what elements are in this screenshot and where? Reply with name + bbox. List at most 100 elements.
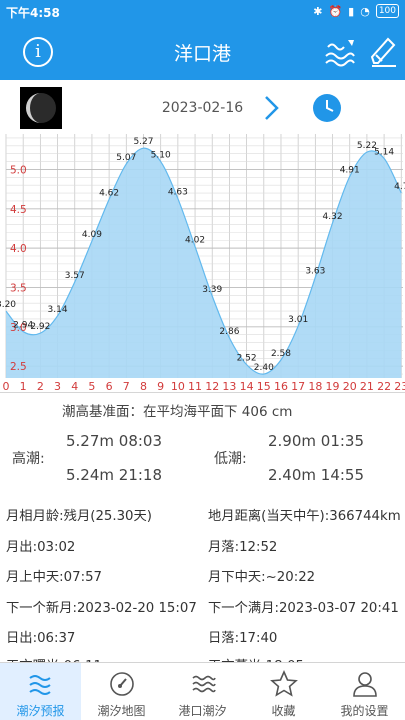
data-label: 2.86	[219, 327, 239, 337]
moon-age: 月相月龄:残月(25.30天)	[6, 509, 152, 524]
sunset: 日落:17:40	[208, 631, 278, 646]
data-label: 4.91	[340, 166, 360, 176]
nav-label: 潮汐预报	[16, 704, 65, 718]
moonrise: 月出:03:02	[6, 540, 76, 555]
x-tick-label: 13	[222, 380, 236, 392]
data-label: 4.63	[168, 188, 188, 198]
divider	[0, 392, 405, 393]
x-tick-label: 3	[54, 380, 61, 392]
tide-area	[6, 148, 402, 378]
x-tick-label: 20	[343, 380, 357, 392]
x-tick-label: 2	[37, 380, 44, 392]
next-full-moon: 下一个满月:2023-03-07 20:41	[208, 601, 399, 616]
x-tick-label: 23	[394, 380, 405, 392]
status-bar: 下午4:58 ✱ ⏰ ▮ ◔ 100	[0, 0, 405, 24]
app-bar: i 洋口港	[0, 24, 405, 80]
y-tick-label: 2.5	[10, 361, 27, 373]
x-tick-label: 5	[88, 380, 95, 392]
moon-upper-transit: 月上中天:07:57	[6, 570, 102, 585]
data-label: 3.20	[0, 300, 16, 310]
low-tide-label: 低潮:	[214, 451, 247, 467]
data-label: 3.63	[305, 266, 325, 276]
data-label: 2.40	[254, 363, 274, 373]
x-tick-label: 14	[240, 380, 254, 392]
nav-favorites[interactable]: 收藏	[243, 663, 324, 720]
x-tick-label: 9	[157, 380, 164, 392]
nav-label: 港口潮汐	[178, 704, 227, 718]
x-tick-label: 16	[274, 380, 288, 392]
sunrise: 日出:06:37	[6, 631, 76, 646]
data-label: 5.14	[374, 147, 394, 157]
data-label: 5.10	[151, 151, 171, 161]
moonset: 月落:12:52	[208, 540, 278, 555]
next-new-moon: 下一个新月:2023-02-20 15:07	[6, 601, 197, 616]
nav-label: 我的设置	[340, 704, 389, 718]
low-tide-1: 2.90m 01:35	[268, 432, 365, 450]
signal-icon: ▮	[348, 4, 355, 18]
ripple-icon	[191, 675, 216, 693]
data-label: 3.57	[65, 271, 85, 281]
nav-tide-forecast[interactable]: 潮汐预报	[0, 663, 81, 720]
nav-settings[interactable]: 我的设置	[324, 663, 405, 720]
y-tick-label: 4.5	[10, 204, 27, 216]
nav-label: 收藏	[271, 704, 296, 718]
nav-tide-map[interactable]: 潮汐地图	[81, 663, 162, 720]
data-label: 2.92	[30, 322, 50, 332]
moon-lower-transit: 月下中天:~20:22	[208, 570, 316, 585]
data-label: 4.32	[323, 212, 343, 222]
date-label[interactable]: 2023-02-16	[120, 100, 285, 116]
wifi-icon: ◔	[360, 4, 370, 18]
star-icon	[269, 670, 298, 697]
low-tide-2: 2.40m 14:55	[268, 466, 365, 484]
battery-icon: 100	[375, 4, 399, 18]
x-tick-label: 1	[20, 380, 27, 392]
x-tick-label: 19	[326, 380, 340, 392]
y-tick-label: 5.0	[10, 164, 27, 176]
moon-distance: 地月距离(当天中午):366744km	[208, 509, 401, 524]
y-tick-label: 4.0	[10, 243, 27, 255]
x-tick-label: 8	[140, 380, 147, 392]
high-tide-label: 高潮:	[12, 451, 45, 467]
x-tick-label: 7	[123, 380, 130, 392]
x-tick-label: 18	[308, 380, 322, 392]
y-tick-label: 3.5	[10, 282, 27, 294]
x-tick-label: 21	[360, 380, 374, 392]
data-label: 4.09	[82, 230, 102, 240]
x-tick-label: 10	[171, 380, 185, 392]
high-tide-1: 5.27m 08:03	[66, 432, 163, 450]
status-time: 下午4:58	[6, 6, 60, 20]
compass-icon	[109, 672, 134, 696]
tide-datum: 潮高基准面：在平均海平面下 406 cm	[62, 404, 293, 420]
clock-icon[interactable]	[312, 93, 342, 123]
edit-icon[interactable]	[366, 33, 400, 69]
x-tick-label: 22	[377, 380, 391, 392]
high-tide-2: 5.24m 21:18	[66, 466, 163, 484]
data-label: 4.7	[394, 182, 405, 192]
x-tick-label: 12	[205, 380, 219, 392]
data-label: 5.27	[133, 137, 153, 147]
status-icons: ✱ ⏰ ▮ ◔ 100	[313, 4, 399, 18]
moon-phase-image	[20, 87, 62, 129]
bottom-nav: 潮汐预报 潮汐地图 港口潮汐 收藏 我的设置	[0, 662, 405, 720]
waves-icon	[28, 675, 51, 695]
data-label: 3.14	[48, 305, 68, 315]
x-tick-label: 17	[291, 380, 305, 392]
data-label: 4.62	[99, 188, 119, 198]
chevron-right-icon[interactable]	[262, 94, 282, 122]
tide-chart: 0 1 2 3 4 5 6 7 8 9 10 11 12 13 14 15 16 17 18 19 20 21 22 232.…	[0, 134, 405, 392]
x-tick-label: 6	[106, 380, 113, 392]
x-tick-label: 15	[257, 380, 271, 392]
x-tick-label: 11	[188, 380, 202, 392]
nav-label: 潮汐地图	[97, 704, 146, 718]
data-label: 3.01	[288, 315, 308, 325]
user-icon	[352, 672, 377, 697]
tide-chart-icon[interactable]	[322, 34, 358, 70]
data-label: 2.58	[271, 349, 291, 359]
alarm-icon: ⏰	[328, 4, 343, 18]
data-label: 3.39	[202, 285, 222, 295]
data-label: 4.02	[185, 236, 205, 246]
bluetooth-icon: ✱	[313, 4, 323, 18]
x-tick-label: 0	[3, 380, 10, 392]
x-tick-label: 4	[71, 380, 78, 392]
nav-port-tide[interactable]: 港口潮汐	[162, 663, 243, 720]
